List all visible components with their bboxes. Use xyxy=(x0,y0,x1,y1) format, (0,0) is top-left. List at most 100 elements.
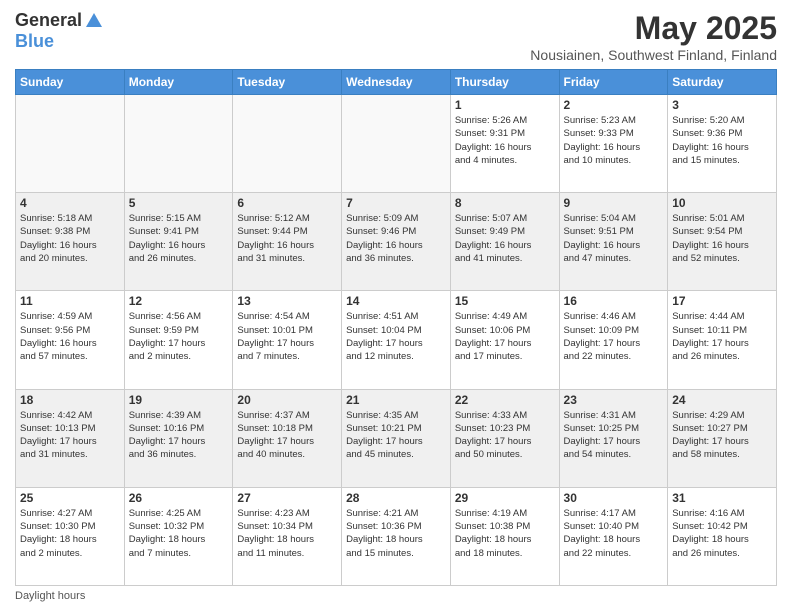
day-number: 20 xyxy=(237,393,337,407)
calendar-day-cell: 18 Sunrise: 4:42 AM Sunset: 10:13 PM Dayl… xyxy=(16,389,125,487)
day-info: Sunrise: 4:31 AM Sunset: 10:25 PM Daylig… xyxy=(564,409,664,462)
day-info: Sunrise: 4:16 AM Sunset: 10:42 PM Daylig… xyxy=(672,507,772,560)
calendar-week-4: 18 Sunrise: 4:42 AM Sunset: 10:13 PM Dayl… xyxy=(16,389,777,487)
calendar-day-cell: 6Sunrise: 5:12 AM Sunset: 9:44 PM Daylig… xyxy=(233,193,342,291)
calendar-day-cell: 12 Sunrise: 4:56 AM Sunset: 9:59 PM Dayli… xyxy=(124,291,233,389)
weekday-header-thursday: Thursday xyxy=(450,70,559,95)
calendar-day-cell: 1Sunrise: 5:26 AM Sunset: 9:31 PM Daylig… xyxy=(450,95,559,193)
day-number: 4 xyxy=(20,196,120,210)
day-number: 9 xyxy=(564,196,664,210)
day-number: 28 xyxy=(346,491,446,505)
day-number: 2 xyxy=(564,98,664,112)
day-info: Sunrise: 4:19 AM Sunset: 10:38 PM Daylig… xyxy=(455,507,555,560)
day-number: 14 xyxy=(346,294,446,308)
footer: Daylight hours xyxy=(15,590,777,602)
location-subtitle: Nousiainen, Southwest Finland, Finland xyxy=(530,47,777,63)
day-number: 7 xyxy=(346,196,446,210)
daylight-hours-label: Daylight hours xyxy=(15,590,85,602)
calendar-day-cell: 3 Sunrise: 5:20 AM Sunset: 9:36 PM Daylig… xyxy=(668,95,777,193)
day-number: 15 xyxy=(455,294,555,308)
day-info: Sunrise: 5:23 AM Sunset: 9:33 PM Dayligh… xyxy=(564,114,664,167)
day-info: Sunrise: 4:49 AM Sunset: 10:06 PM Daylig… xyxy=(455,310,555,363)
calendar-table: SundayMondayTuesdayWednesdayThursdayFrid… xyxy=(15,69,777,586)
day-info: Sunrise: 4:23 AM Sunset: 10:34 PM Daylig… xyxy=(237,507,337,560)
calendar-day-cell: 26Sunrise: 4:25 AM Sunset: 10:32 PM Dayl… xyxy=(124,487,233,585)
day-number: 23 xyxy=(564,393,664,407)
calendar-week-1: 1Sunrise: 5:26 AM Sunset: 9:31 PM Daylig… xyxy=(16,95,777,193)
day-info: Sunrise: 4:29 AM Sunset: 10:27 PM Daylig… xyxy=(672,409,772,462)
calendar-day-cell: 27 Sunrise: 4:23 AM Sunset: 10:34 PM Dayl… xyxy=(233,487,342,585)
page: General Blue May 2025 Nousiainen, Southw… xyxy=(0,0,792,612)
weekday-header-sunday: Sunday xyxy=(16,70,125,95)
day-info: Sunrise: 5:09 AM Sunset: 9:46 PM Dayligh… xyxy=(346,212,446,265)
weekday-header-wednesday: Wednesday xyxy=(342,70,451,95)
calendar-day-cell: 11 Sunrise: 4:59 AM Sunset: 9:56 PM Dayli… xyxy=(16,291,125,389)
day-number: 24 xyxy=(672,393,772,407)
calendar-day-cell: 30Sunrise: 4:17 AM Sunset: 10:40 PM Dayl… xyxy=(559,487,668,585)
day-number: 21 xyxy=(346,393,446,407)
calendar-day-cell: 2 Sunrise: 5:23 AM Sunset: 9:33 PM Daylig… xyxy=(559,95,668,193)
calendar-day-cell: 5Sunrise: 5:15 AM Sunset: 9:41 PM Daylig… xyxy=(124,193,233,291)
day-info: Sunrise: 4:27 AM Sunset: 10:30 PM Daylig… xyxy=(20,507,120,560)
day-number: 11 xyxy=(20,294,120,308)
day-number: 16 xyxy=(564,294,664,308)
calendar-day-cell xyxy=(342,95,451,193)
day-info: Sunrise: 4:25 AM Sunset: 10:32 PM Daylig… xyxy=(129,507,229,560)
day-number: 6 xyxy=(237,196,337,210)
day-info: Sunrise: 5:04 AM Sunset: 9:51 PM Dayligh… xyxy=(564,212,664,265)
calendar-day-cell: 23 Sunrise: 4:31 AM Sunset: 10:25 PM Dayl… xyxy=(559,389,668,487)
calendar-day-cell: 20 Sunrise: 4:37 AM Sunset: 10:18 PM Dayl… xyxy=(233,389,342,487)
weekday-header-tuesday: Tuesday xyxy=(233,70,342,95)
day-info: Sunrise: 4:44 AM Sunset: 10:11 PM Daylig… xyxy=(672,310,772,363)
day-number: 18 xyxy=(20,393,120,407)
day-info: Sunrise: 5:18 AM Sunset: 9:38 PM Dayligh… xyxy=(20,212,120,265)
weekday-header-friday: Friday xyxy=(559,70,668,95)
weekday-header-monday: Monday xyxy=(124,70,233,95)
calendar-day-cell: 13Sunrise: 4:54 AM Sunset: 10:01 PM Dayl… xyxy=(233,291,342,389)
day-number: 29 xyxy=(455,491,555,505)
day-number: 17 xyxy=(672,294,772,308)
calendar-day-cell xyxy=(124,95,233,193)
day-info: Sunrise: 5:20 AM Sunset: 9:36 PM Dayligh… xyxy=(672,114,772,167)
calendar-day-cell: 4 Sunrise: 5:18 AM Sunset: 9:38 PM Daylig… xyxy=(16,193,125,291)
day-number: 19 xyxy=(129,393,229,407)
calendar-day-cell: 24 Sunrise: 4:29 AM Sunset: 10:27 PM Dayl… xyxy=(668,389,777,487)
day-info: Sunrise: 4:33 AM Sunset: 10:23 PM Daylig… xyxy=(455,409,555,462)
day-number: 25 xyxy=(20,491,120,505)
day-info: Sunrise: 4:59 AM Sunset: 9:56 PM Dayligh… xyxy=(20,310,120,363)
calendar-day-cell: 9 Sunrise: 5:04 AM Sunset: 9:51 PM Daylig… xyxy=(559,193,668,291)
calendar-day-cell: 21 Sunrise: 4:35 AM Sunset: 10:21 PM Dayl… xyxy=(342,389,451,487)
day-number: 1 xyxy=(455,98,555,112)
day-number: 8 xyxy=(455,196,555,210)
day-info: Sunrise: 4:37 AM Sunset: 10:18 PM Daylig… xyxy=(237,409,337,462)
calendar-day-cell: 10 Sunrise: 5:01 AM Sunset: 9:54 PM Dayli… xyxy=(668,193,777,291)
calendar-day-cell: 25 Sunrise: 4:27 AM Sunset: 10:30 PM Dayl… xyxy=(16,487,125,585)
day-number: 27 xyxy=(237,491,337,505)
calendar-day-cell: 7 Sunrise: 5:09 AM Sunset: 9:46 PM Daylig… xyxy=(342,193,451,291)
calendar-day-cell: 31 Sunrise: 4:16 AM Sunset: 10:42 PM Dayl… xyxy=(668,487,777,585)
calendar-day-cell: 29 Sunrise: 4:19 AM Sunset: 10:38 PM Dayl… xyxy=(450,487,559,585)
calendar-day-cell: 8Sunrise: 5:07 AM Sunset: 9:49 PM Daylig… xyxy=(450,193,559,291)
logo: General Blue xyxy=(15,10,104,52)
day-number: 10 xyxy=(672,196,772,210)
day-info: Sunrise: 4:35 AM Sunset: 10:21 PM Daylig… xyxy=(346,409,446,462)
calendar-week-5: 25 Sunrise: 4:27 AM Sunset: 10:30 PM Dayl… xyxy=(16,487,777,585)
calendar-day-cell: 14 Sunrise: 4:51 AM Sunset: 10:04 PM Dayl… xyxy=(342,291,451,389)
calendar-day-cell: 19Sunrise: 4:39 AM Sunset: 10:16 PM Dayl… xyxy=(124,389,233,487)
day-info: Sunrise: 4:56 AM Sunset: 9:59 PM Dayligh… xyxy=(129,310,229,363)
day-number: 5 xyxy=(129,196,229,210)
day-info: Sunrise: 4:42 AM Sunset: 10:13 PM Daylig… xyxy=(20,409,120,462)
day-number: 12 xyxy=(129,294,229,308)
weekday-header-saturday: Saturday xyxy=(668,70,777,95)
calendar-day-cell: 15 Sunrise: 4:49 AM Sunset: 10:06 PM Dayl… xyxy=(450,291,559,389)
calendar-week-3: 11 Sunrise: 4:59 AM Sunset: 9:56 PM Dayli… xyxy=(16,291,777,389)
calendar-week-2: 4 Sunrise: 5:18 AM Sunset: 9:38 PM Daylig… xyxy=(16,193,777,291)
day-number: 13 xyxy=(237,294,337,308)
day-number: 31 xyxy=(672,491,772,505)
day-number: 3 xyxy=(672,98,772,112)
day-info: Sunrise: 5:01 AM Sunset: 9:54 PM Dayligh… xyxy=(672,212,772,265)
month-title: May 2025 xyxy=(530,10,777,47)
logo-blue-text: Blue xyxy=(15,31,54,52)
day-info: Sunrise: 4:51 AM Sunset: 10:04 PM Daylig… xyxy=(346,310,446,363)
calendar-day-cell: 28Sunrise: 4:21 AM Sunset: 10:36 PM Dayl… xyxy=(342,487,451,585)
